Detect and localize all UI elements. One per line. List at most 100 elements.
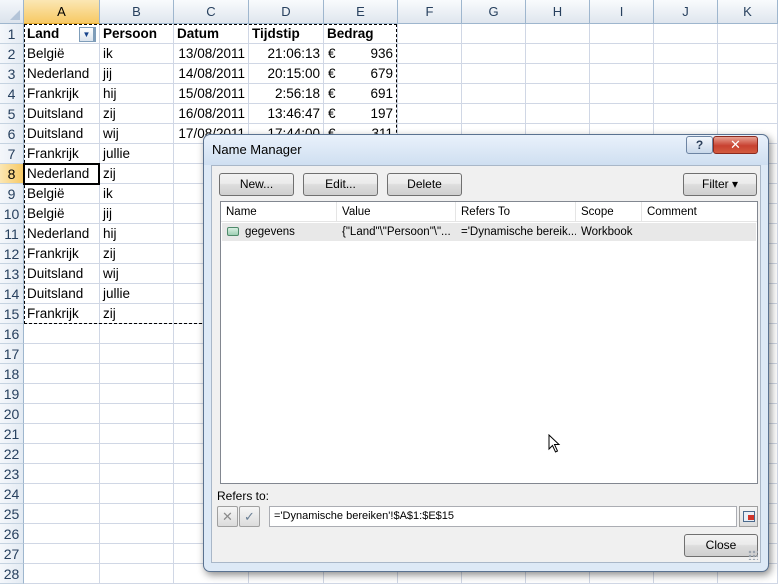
row-header-3[interactable]: 3 [0,64,24,84]
cell-b8[interactable]: zij [100,164,174,184]
cell-b22[interactable] [100,444,174,464]
cell-a26[interactable] [24,524,100,544]
filter-dropdown-icon[interactable]: ▼ [79,27,94,42]
cell-d3[interactable]: 20:15:00 [249,64,324,84]
column-header-comment[interactable]: Comment [642,202,757,222]
cell-j4[interactable] [654,84,718,104]
row-header-19[interactable]: 19 [0,384,24,404]
column-header-g[interactable]: G [462,0,526,24]
row-header-7[interactable]: 7 [0,144,24,164]
cell-e1[interactable]: Bedrag [324,24,398,44]
cell-a10[interactable]: België [24,204,100,224]
cell-b10[interactable]: jij [100,204,174,224]
cell-a9[interactable]: België [24,184,100,204]
cell-b1[interactable]: Persoon [100,24,174,44]
cell-a15[interactable]: Frankrijk [24,304,100,324]
row-header-24[interactable]: 24 [0,484,24,504]
cell-b2[interactable]: ik [100,44,174,64]
cell-b28[interactable] [100,564,174,584]
filter-button[interactable]: Filter ▾ [683,173,757,196]
row-header-28[interactable]: 28 [0,564,24,584]
cell-b12[interactable]: zij [100,244,174,264]
row-header-10[interactable]: 10 [0,204,24,224]
edit-button[interactable]: Edit... [303,173,378,196]
cell-a24[interactable] [24,484,100,504]
refers-to-input[interactable]: ='Dynamische bereiken'!$A$1:$E$15 [269,506,737,527]
column-header-d[interactable]: D [249,0,324,24]
cell-b3[interactable]: jij [100,64,174,84]
row-header-15[interactable]: 15 [0,304,24,324]
row-header-5[interactable]: 5 [0,104,24,124]
cell-b17[interactable] [100,344,174,364]
cell-a18[interactable] [24,364,100,384]
cell-a22[interactable] [24,444,100,464]
cell-c1[interactable]: Datum [174,24,249,44]
cell-a19[interactable] [24,384,100,404]
cell-d4[interactable]: 2:56:18 [249,84,324,104]
cell-b26[interactable] [100,524,174,544]
cell-a27[interactable] [24,544,100,564]
column-header-name[interactable]: Name [221,202,337,222]
cell-b20[interactable] [100,404,174,424]
column-header-a[interactable]: A [24,0,100,24]
cell-b24[interactable] [100,484,174,504]
cell-g4[interactable] [462,84,526,104]
column-header-f[interactable]: F [398,0,462,24]
dialog-titlebar[interactable]: Name Manager ? ✕ [204,135,768,165]
cell-f5[interactable] [398,104,462,124]
cancel-edit-icon[interactable]: ✕ [217,506,238,527]
column-header-k[interactable]: K [718,0,778,24]
cell-g1[interactable] [462,24,526,44]
column-header-j[interactable]: J [654,0,718,24]
cell-b13[interactable]: wij [100,264,174,284]
cell-a21[interactable] [24,424,100,444]
cell-h1[interactable] [526,24,590,44]
cell-k3[interactable] [718,64,778,84]
row-header-16[interactable]: 16 [0,324,24,344]
help-button[interactable]: ? [686,136,713,154]
cell-k5[interactable] [718,104,778,124]
cell-h2[interactable] [526,44,590,64]
cell-b19[interactable] [100,384,174,404]
row-header-12[interactable]: 12 [0,244,24,264]
cell-b4[interactable]: hij [100,84,174,104]
row-header-4[interactable]: 4 [0,84,24,104]
new-button[interactable]: New... [219,173,294,196]
close-window-icon[interactable]: ✕ [713,136,758,154]
collapse-dialog-icon[interactable] [739,506,758,527]
cell-b5[interactable]: zij [100,104,174,124]
cell-e4[interactable]: €691 [324,84,398,104]
cell-j1[interactable] [654,24,718,44]
cell-a20[interactable] [24,404,100,424]
column-header-h[interactable]: H [526,0,590,24]
delete-button[interactable]: Delete [387,173,462,196]
row-header-9[interactable]: 9 [0,184,24,204]
cell-i2[interactable] [590,44,654,64]
list-item[interactable]: gegevens {"Land"\"Persoon"\"... ='Dynami… [222,223,756,241]
cell-f4[interactable] [398,84,462,104]
cell-f1[interactable] [398,24,462,44]
cell-g2[interactable] [462,44,526,64]
cell-a5[interactable]: Duitsland [24,104,100,124]
cell-b11[interactable]: hij [100,224,174,244]
cell-f3[interactable] [398,64,462,84]
cell-i4[interactable] [590,84,654,104]
row-header-26[interactable]: 26 [0,524,24,544]
cell-i1[interactable] [590,24,654,44]
select-all-corner[interactable] [0,0,24,24]
cell-a28[interactable] [24,564,100,584]
row-header-18[interactable]: 18 [0,364,24,384]
cell-a12[interactable]: Frankrijk [24,244,100,264]
cell-c4[interactable]: 15/08/2011 [174,84,249,104]
cell-a13[interactable]: Duitsland [24,264,100,284]
cell-b9[interactable]: ik [100,184,174,204]
cell-b7[interactable]: jullie [100,144,174,164]
row-header-11[interactable]: 11 [0,224,24,244]
resize-grip-icon[interactable] [748,550,758,560]
row-header-27[interactable]: 27 [0,544,24,564]
cell-e5[interactable]: €197 [324,104,398,124]
cell-c5[interactable]: 16/08/2011 [174,104,249,124]
cell-k2[interactable] [718,44,778,64]
cell-e2[interactable]: €936 [324,44,398,64]
cell-a14[interactable]: Duitsland [24,284,100,304]
